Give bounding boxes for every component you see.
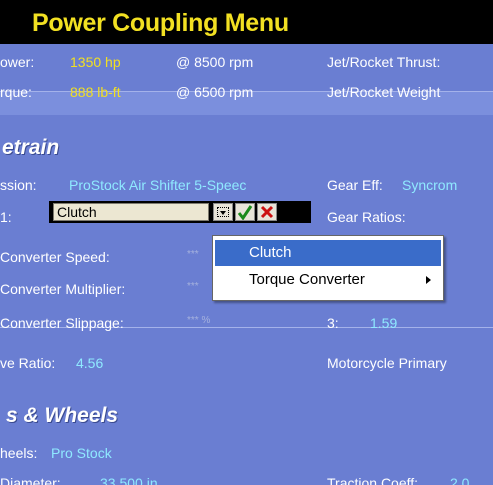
drive-ratio-value[interactable]: 4.56	[76, 355, 103, 371]
tire-diameter-label: Diameter:	[0, 475, 61, 485]
vehicle-spec-panel: ower: 1350 hp @ 8500 rpm Jet/Rocket Thru…	[0, 44, 493, 485]
tire-diameter-value[interactable]: 33.500 in	[100, 475, 158, 485]
gear-ratios-label: Gear Ratios:	[327, 209, 406, 225]
coupling-field[interactable]: Clutch	[53, 203, 209, 221]
menu-item-clutch[interactable]: Clutch	[215, 240, 441, 266]
torque-rpm: @ 6500 rpm	[176, 84, 254, 100]
torque-value[interactable]: 888 lb-ft	[70, 84, 121, 100]
transmission-label: ssion:	[0, 177, 37, 193]
coupling-label: 1:	[0, 209, 12, 225]
jet-weight-label: Jet/Rocket Weight	[327, 84, 441, 100]
accept-button[interactable]	[235, 203, 255, 221]
gear3-value[interactable]: 1.59	[370, 315, 397, 331]
torque-label: rque:	[0, 84, 32, 100]
submenu-arrow-icon	[426, 276, 431, 284]
jet-thrust-label: Jet/Rocket Thrust:	[327, 54, 441, 70]
coupling-dropdown-menu: Clutch Torque Converter	[212, 235, 444, 301]
converter-speed-label: Converter Speed:	[0, 249, 110, 265]
check-icon	[237, 205, 253, 221]
traction-coeff-value[interactable]: 2.0	[450, 475, 469, 485]
dropdown-button[interactable]	[213, 203, 233, 221]
gear-eff-label: Gear Eff:	[327, 177, 383, 193]
wheels-label: heels:	[0, 445, 38, 461]
gear-eff-value[interactable]: Syncrom	[402, 177, 457, 193]
drivetrain-heading: etrain	[2, 136, 60, 159]
tires-wheels-heading: s & Wheels	[6, 404, 119, 427]
gear3-label: 3:	[327, 315, 339, 331]
cancel-button[interactable]	[257, 203, 277, 221]
motorcycle-primary-label: Motorcycle Primary	[327, 355, 447, 371]
menu-item-label: Torque Converter	[249, 271, 365, 288]
converter-slippage-label: Converter Slippage:	[0, 315, 124, 331]
menu-item-label: Clutch	[249, 244, 292, 261]
converter-multiplier-label: Converter Multiplier:	[0, 281, 126, 297]
converter-multiplier-value[interactable]: ***	[187, 281, 199, 292]
transmission-value[interactable]: ProStock Air Shifter 5-Speec	[69, 177, 246, 193]
chevron-down-icon	[217, 207, 229, 217]
power-value[interactable]: 1350 hp	[70, 54, 121, 70]
title-bar: Power Coupling Menu	[0, 0, 493, 44]
menu-item-torque-converter[interactable]: Torque Converter	[215, 267, 441, 293]
coupling-editor: Clutch	[49, 201, 311, 223]
wheels-value[interactable]: Pro Stock	[51, 445, 112, 461]
traction-coeff-label: Traction Coeff:	[327, 475, 419, 485]
converter-slippage-value[interactable]: *** %	[187, 315, 210, 326]
power-label: ower:	[0, 54, 35, 70]
window-title: Power Coupling Menu	[32, 9, 289, 37]
x-icon	[260, 205, 274, 219]
converter-speed-value[interactable]: ***	[187, 249, 199, 260]
power-rpm: @ 8500 rpm	[176, 54, 254, 70]
drive-ratio-label: ve Ratio:	[0, 355, 56, 371]
